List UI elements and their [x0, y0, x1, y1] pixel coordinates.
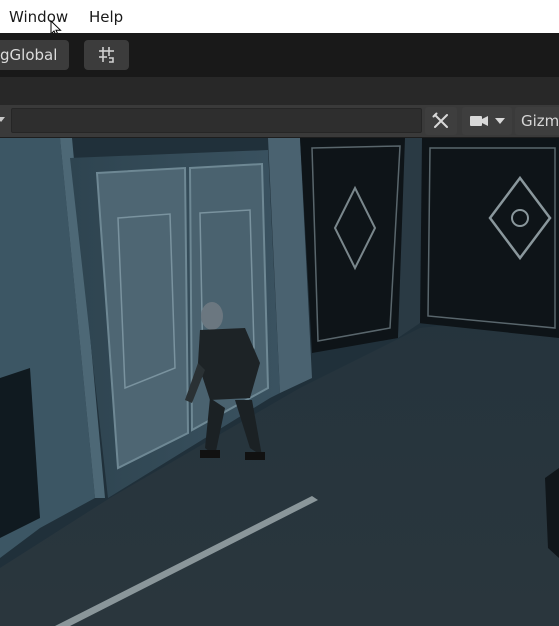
scene-render — [0, 138, 559, 626]
menu-help[interactable]: Help — [89, 8, 123, 26]
scene-search-field[interactable] — [11, 108, 422, 133]
tapestry-1 — [300, 138, 410, 353]
main-toolbar: gGlobal — [0, 33, 559, 77]
tools-button[interactable] — [425, 107, 457, 135]
gizmos-menu-button[interactable]: Gizm — [515, 107, 559, 135]
menu-bar: Window Help — [0, 0, 559, 38]
camera-settings-button[interactable] — [462, 107, 512, 135]
camera-icon — [470, 116, 488, 126]
scene-tab-strip — [0, 77, 559, 105]
chevron-down-icon[interactable] — [0, 116, 5, 124]
scene-viewport[interactable] — [0, 138, 559, 626]
scene-view-toolbar: Gizm — [0, 105, 559, 138]
global-label: gGlobal — [0, 46, 58, 64]
grid-snapping-button[interactable] — [84, 40, 129, 70]
pivot-global-toggle[interactable]: gGlobal — [0, 40, 69, 70]
chevron-down-icon — [495, 118, 505, 124]
grid-snap-icon — [98, 47, 114, 63]
tapestry-2 — [418, 138, 559, 338]
gizmos-label: Gizm — [521, 112, 559, 130]
tools-icon — [432, 112, 448, 128]
